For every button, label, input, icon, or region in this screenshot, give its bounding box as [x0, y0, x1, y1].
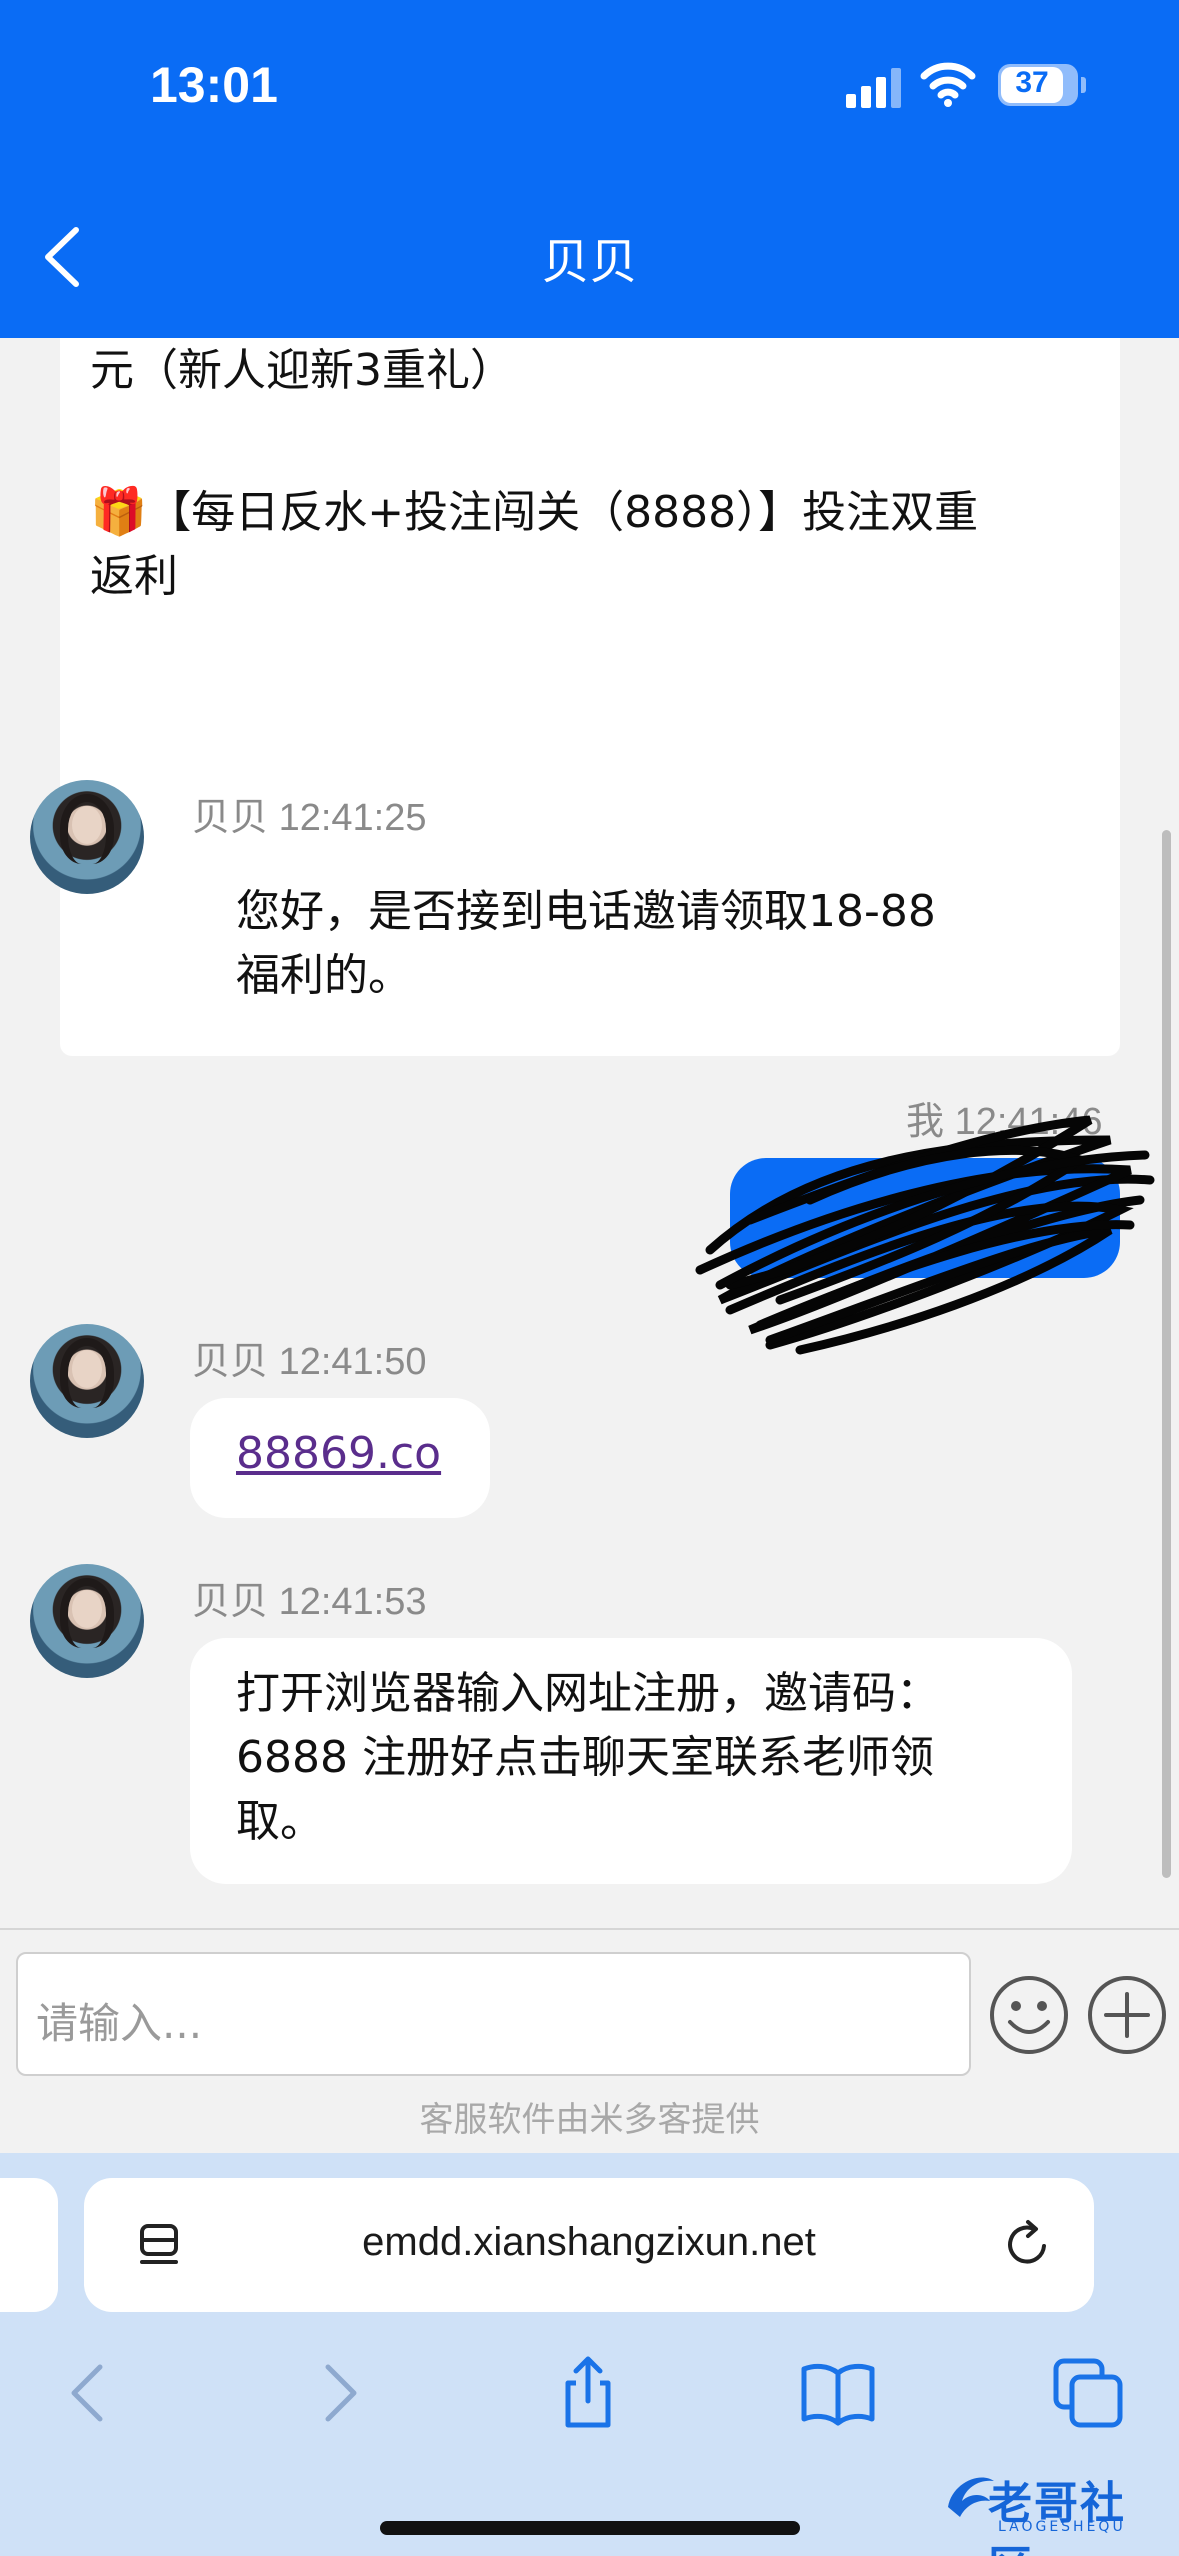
- message-bubble[interactable]: 打开浏览器输入网址注册，邀请码： 6888 注册好点击聊天室联系老师领 取。: [190, 1638, 1072, 1884]
- message-meta: 贝贝 12:41:25: [192, 786, 427, 841]
- promo-line-3: 返利: [90, 551, 178, 602]
- scrollbar[interactable]: [1162, 830, 1171, 1878]
- gift-icon: 🎁: [90, 484, 148, 538]
- plus-icon[interactable]: [1086, 1974, 1168, 2056]
- message-time: 12:41:50: [278, 1341, 427, 1383]
- reload-icon[interactable]: [1000, 2216, 1056, 2272]
- chat-scroll-area[interactable]: 元（新人迎新3重礼） 🎁【每日反水+投注闯关（8888）】投注双重 返利 贝贝 …: [0, 338, 1179, 1928]
- avatar[interactable]: [30, 1324, 144, 1438]
- emoji-icon[interactable]: [988, 1974, 1070, 2056]
- page-title: 贝贝: [541, 234, 638, 290]
- message-time: 12:41:25: [278, 797, 427, 839]
- tabs-icon[interactable]: [1048, 2353, 1128, 2433]
- message-line: 您好，是否接到电话邀请领取18-88: [236, 886, 936, 937]
- signal-icon: [846, 68, 902, 108]
- battery-level: 37: [1015, 66, 1049, 99]
- address-bar[interactable]: emdd.xianshangzixun.net: [84, 2178, 1094, 2312]
- browser-toolbar: emdd.xianshangzixun.net 老哥社区 LAOGESHEQU: [0, 2153, 1179, 2556]
- previous-tab[interactable]: [0, 2178, 58, 2312]
- message-link[interactable]: 88869.co: [236, 1428, 441, 1479]
- url-text: emdd.xianshangzixun.net: [362, 2220, 816, 2264]
- wifi-icon: [920, 62, 976, 107]
- link-message-bubble[interactable]: 88869.co: [190, 1398, 490, 1518]
- chat-header: 13:01 37 贝贝: [0, 0, 1179, 338]
- sender-name: 贝贝: [192, 1341, 269, 1383]
- site-watermark: 老哥社区 LAOGESHEQU: [940, 2459, 1170, 2556]
- message-composer: 请输入... 客服软件由米多客提供: [0, 1928, 1179, 2153]
- sender-name: 贝贝: [192, 797, 269, 839]
- redaction-scribble: [695, 1115, 1155, 1355]
- back-arrow-icon[interactable]: [48, 2353, 128, 2433]
- message-line: 取。: [236, 1796, 324, 1847]
- powered-by-text: 客服软件由米多客提供: [419, 2100, 760, 2140]
- bookmarks-icon[interactable]: [798, 2353, 878, 2433]
- watermark-text: 老哥社区: [988, 2478, 1126, 2556]
- forward-arrow-icon[interactable]: [300, 2353, 380, 2433]
- home-indicator[interactable]: [380, 2521, 800, 2535]
- sender-name: 贝贝: [192, 1581, 269, 1623]
- watermark-subtext: LAOGESHEQU: [998, 2519, 1126, 2535]
- message-meta: 贝贝 12:41:53: [192, 1570, 427, 1625]
- message-time: 12:41:53: [278, 1581, 427, 1623]
- promo-line-1: 元（新人迎新3重礼）: [90, 345, 514, 396]
- message-bubble[interactable]: 您好，是否接到电话邀请领取18-88 福利的。: [190, 856, 1072, 1038]
- battery-icon: 37: [998, 64, 1086, 106]
- message-meta: 贝贝 12:41:50: [192, 1330, 427, 1385]
- promo-line-2: 🎁【每日反水+投注闯关（8888）】投注双重: [90, 478, 978, 546]
- share-icon[interactable]: [548, 2353, 628, 2433]
- avatar[interactable]: [30, 780, 144, 894]
- message-line: 福利的。: [236, 950, 412, 1001]
- avatar[interactable]: [30, 1564, 144, 1678]
- input-placeholder: 请输入...: [36, 1999, 203, 2048]
- message-input[interactable]: 请输入...: [16, 1952, 971, 2076]
- message-line: 打开浏览器输入网址注册，邀请码：: [236, 1668, 940, 1719]
- promo-line-2-text: 【每日反水+投注闯关（8888）】投注双重: [147, 487, 979, 538]
- message-line: 6888 注册好点击聊天室联系老师领: [236, 1732, 934, 1783]
- status-time: 13:01: [150, 57, 278, 113]
